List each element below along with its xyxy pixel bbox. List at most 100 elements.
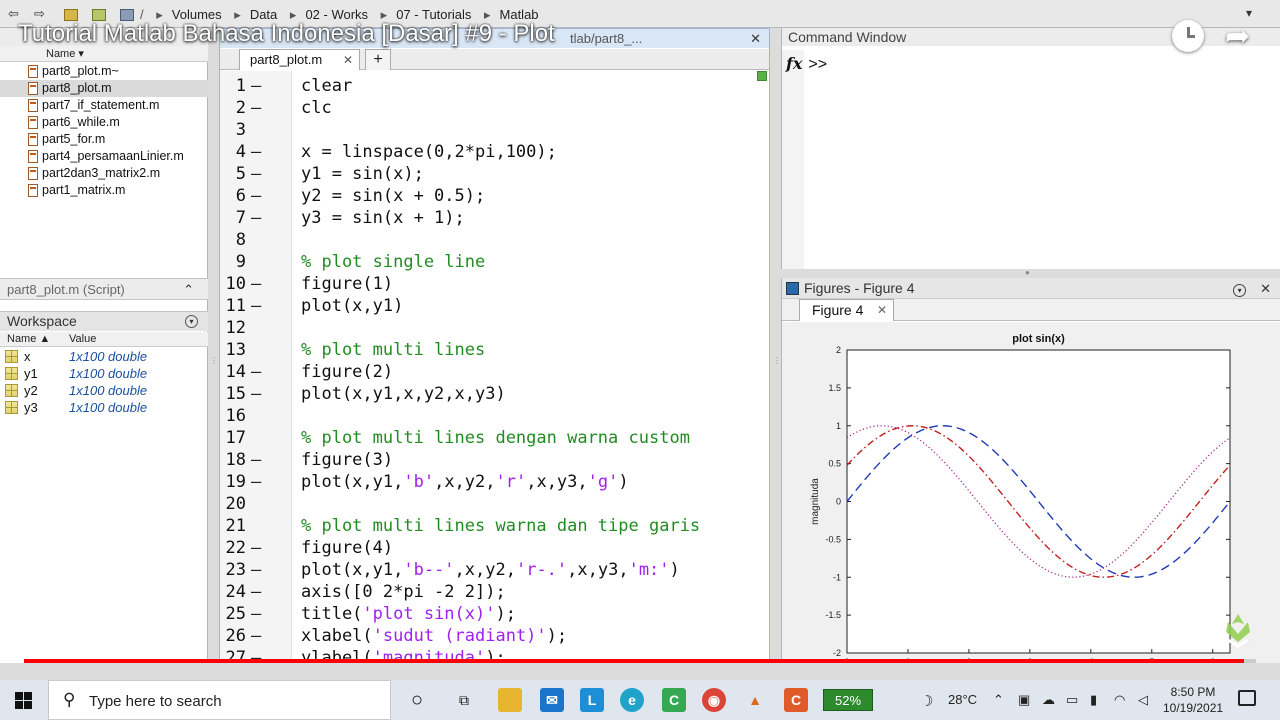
chevron-up-icon[interactable]: ⌃ [993,692,1004,708]
workspace-menu-icon[interactable]: ▾ [185,315,198,328]
breakpoint-marker[interactable]: – [251,75,261,97]
breakpoint-marker[interactable]: – [251,471,261,493]
code-line[interactable]: 1– clear [220,75,769,97]
volume-icon[interactable]: ◁ [1138,692,1148,708]
file-item[interactable]: part8_plot.m~ [0,63,208,80]
clock[interactable]: 8:50 PM 10/19/2021 [1163,684,1223,716]
breakpoint-marker[interactable]: – [251,273,261,295]
cortana-icon[interactable]: ○ [405,688,429,712]
file-item[interactable]: part6_while.m [0,114,208,131]
code-area[interactable]: 1– clear 2– clc 3 4– x = linspace(0,2*pi,100);… [220,71,769,663]
workspace-variable-row[interactable]: y1 1x100 double [0,365,208,382]
close-icon[interactable]: ✕ [1260,281,1271,296]
breakpoint-marker[interactable]: – [251,625,261,647]
tab-part8-plot[interactable]: part8_plot.m ✕ [239,49,360,70]
app-l-icon[interactable]: L [580,688,604,712]
command-window[interactable]: Command Window fx >> [781,28,1280,269]
plot-chart[interactable]: plot sin(x)21.510.50-0.5-1-1.5-20123456s… [782,322,1280,680]
code-line[interactable]: 5– y1 = sin(x); [220,163,769,185]
watch-later-icon[interactable] [1172,20,1204,52]
file-item[interactable]: part4_persamaanLinier.m [0,148,208,165]
file-name-column-header[interactable]: Name ▾ [0,46,208,62]
workspace-name-column[interactable]: Name ▲ [7,332,50,347]
file-item[interactable]: part1_matrix.m [0,182,208,199]
code-line[interactable]: 11– plot(x,y1) [220,295,769,317]
windows-start-icon[interactable] [15,692,32,709]
command-prompt[interactable]: fx >> [786,54,827,74]
chevron-up-icon[interactable]: ⌃ [183,279,194,300]
code-line[interactable]: 26– xlabel('sudut (radiant)'); [220,625,769,647]
path-dropdown-icon[interactable]: ▾ [1246,6,1252,20]
tab-close-icon[interactable]: ✕ [343,50,353,70]
mail-icon[interactable]: ✉ [540,688,564,712]
breakpoint-marker[interactable]: – [251,537,261,559]
code-line[interactable]: 15– plot(x,y1,x,y2,x,y3) [220,383,769,405]
code-line[interactable]: 10– figure(1) [220,273,769,295]
code-line[interactable]: 20 [220,493,769,515]
breakpoint-marker[interactable]: – [251,581,261,603]
video-progress-bar[interactable] [24,659,1256,663]
breakpoint-marker[interactable]: – [251,603,261,625]
notification-icon[interactable] [1238,690,1256,706]
code-line[interactable]: 24– axis([0 2*pi -2 2]); [220,581,769,603]
close-icon[interactable]: ✕ [750,29,761,48]
cloud-icon[interactable]: ☁ [1042,692,1055,708]
splitter-grip[interactable]: ⋮ [210,356,218,365]
wifi-icon[interactable]: ◠ [1114,692,1125,708]
monitor-icon[interactable]: ▭ [1066,692,1078,708]
edge-icon[interactable]: e [620,688,644,712]
app-c-orange-icon[interactable]: C [784,688,808,712]
code-line[interactable]: 23– plot(x,y1,'b--',x,y2,'r-.',x,y3,'m:') [220,559,769,581]
weather-icon[interactable]: ☽ [920,692,933,710]
new-tab-button[interactable]: + [365,49,391,70]
code-line[interactable]: 12 [220,317,769,339]
breakpoint-marker[interactable]: – [251,559,261,581]
tab-close-icon[interactable]: ✕ [877,300,887,321]
code-line[interactable]: 6– y2 = sin(x + 0.5); [220,185,769,207]
share-icon[interactable]: ➦ [1225,22,1250,52]
file-item[interactable]: part8_plot.m [0,80,208,97]
battery-indicator[interactable]: 52% [823,689,873,711]
chrome-icon[interactable]: ◉ [702,688,726,712]
breakpoint-marker[interactable]: – [251,141,261,163]
code-line[interactable]: 9 % plot single line [220,251,769,273]
network-icon[interactable]: ▣ [1018,692,1030,708]
usb-icon[interactable]: ▮ [1090,692,1097,708]
tab-figure-4[interactable]: Figure 4 ✕ [799,299,894,321]
file-explorer-icon[interactable] [498,688,522,712]
code-line[interactable]: 19– plot(x,y1,'b',x,y2,'r',x,y3,'g') [220,471,769,493]
code-line[interactable]: 7– y3 = sin(x + 1); [220,207,769,229]
function-browser-icon[interactable]: fx [786,54,802,73]
code-line[interactable]: 18– figure(3) [220,449,769,471]
task-view-icon[interactable]: ⧉ [452,688,476,712]
code-line[interactable]: 25– title('plot sin(x)'); [220,603,769,625]
code-line[interactable]: 21 % plot multi lines warna dan tipe gari… [220,515,769,537]
figure-canvas[interactable]: plot sin(x)21.510.50-0.5-1-1.5-20123456s… [782,322,1280,680]
breakpoint-marker[interactable]: – [251,361,261,383]
breakpoint-marker[interactable]: – [251,97,261,119]
weather-temperature[interactable]: 28°C [948,692,977,707]
file-details-bar[interactable]: part8_plot.m (Script) ⌃ [0,278,208,300]
splitter-grip[interactable]: ⋮ [773,356,781,365]
code-line[interactable]: 4– x = linspace(0,2*pi,100); [220,141,769,163]
workspace-variable-row[interactable]: y2 1x100 double [0,382,208,399]
code-line[interactable]: 2– clc [220,97,769,119]
matlab-icon[interactable]: ▲ [743,688,767,712]
code-line[interactable]: 13 % plot multi lines [220,339,769,361]
breakpoint-marker[interactable]: – [251,185,261,207]
file-item[interactable]: part7_if_statement.m [0,97,208,114]
breakpoint-marker[interactable]: – [251,449,261,471]
taskbar-search[interactable]: ⚲ Type here to search [48,680,391,720]
workspace-value-column[interactable]: Value [69,332,96,347]
code-line[interactable]: 17 % plot multi lines dengan warna custom [220,427,769,449]
workspace-variable-row[interactable]: y3 1x100 double [0,399,208,416]
code-line[interactable]: 8 [220,229,769,251]
code-line[interactable]: 3 [220,119,769,141]
code-analyzer-status-icon[interactable] [757,71,767,81]
file-item[interactable]: part2dan3_matrix2.m [0,165,208,182]
app-c-green-icon[interactable]: C [662,688,686,712]
breakpoint-marker[interactable]: – [251,207,261,229]
breakpoint-marker[interactable]: – [251,295,261,317]
breakpoint-marker[interactable]: – [251,163,261,185]
file-item[interactable]: part5_for.m [0,131,208,148]
